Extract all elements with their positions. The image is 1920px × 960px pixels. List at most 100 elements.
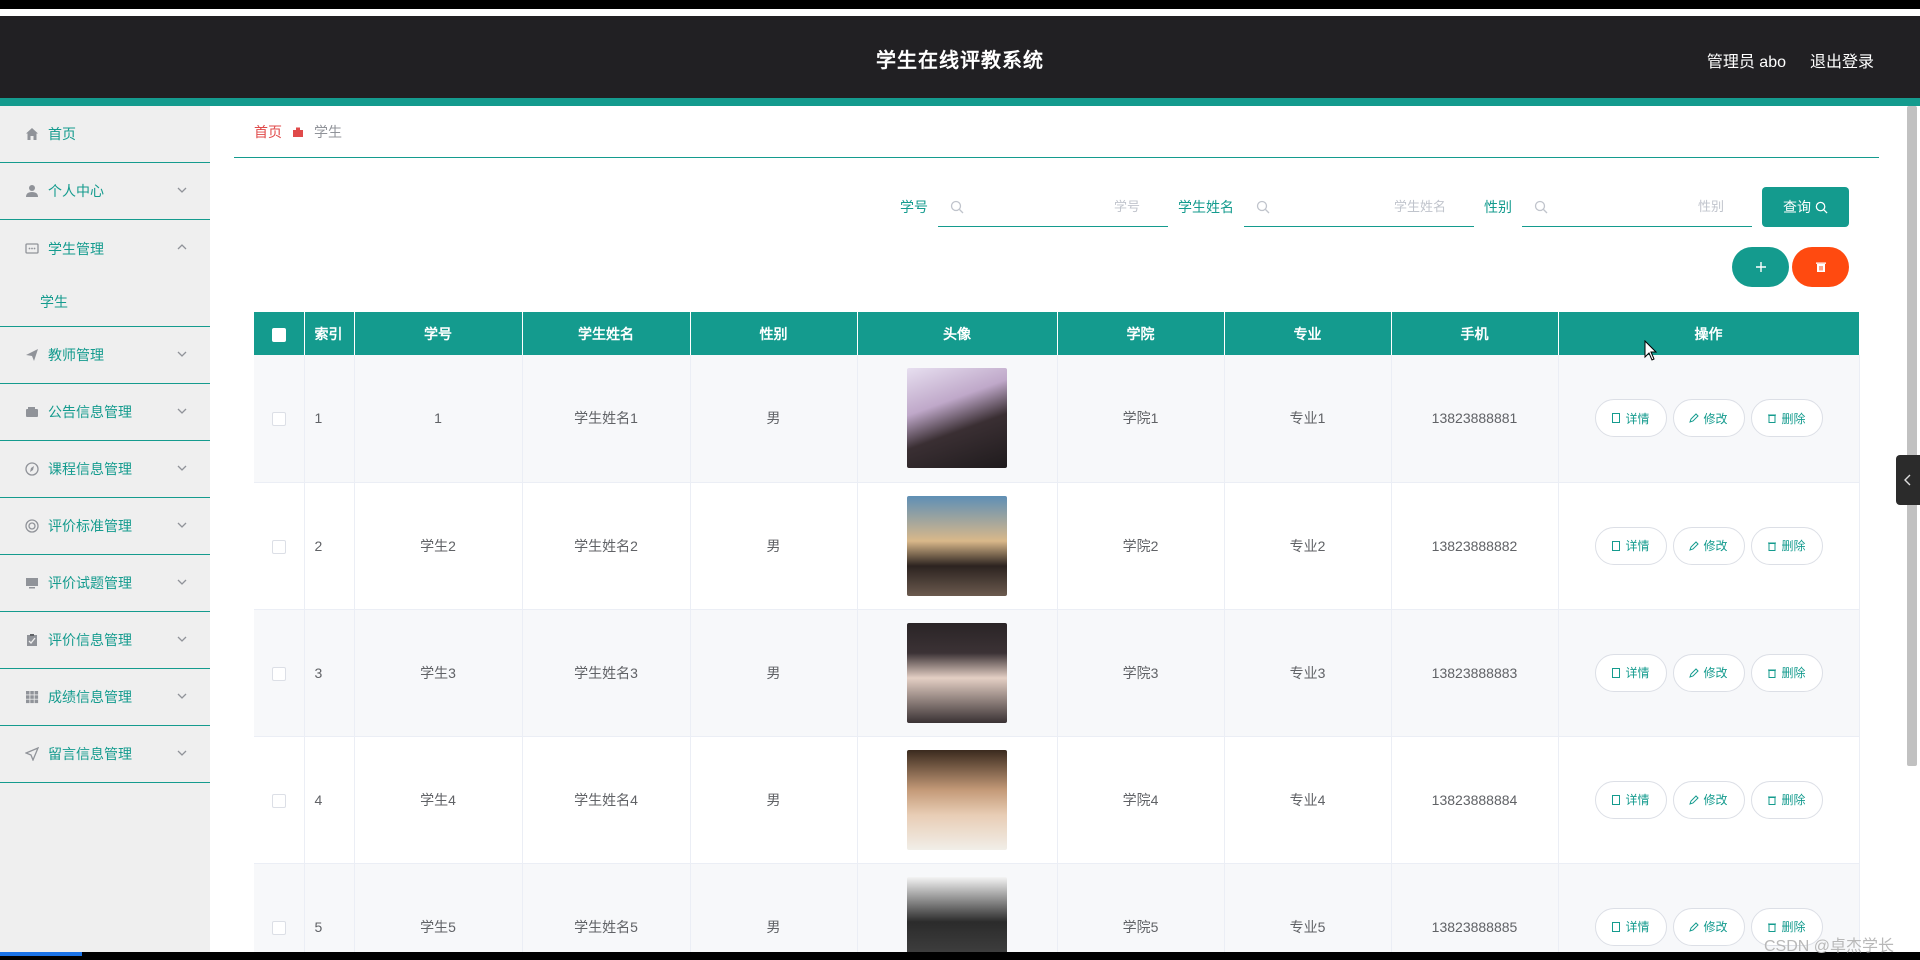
row-checkbox[interactable] [271, 793, 286, 808]
sidebar-item-personal-center[interactable]: 个人中心 [0, 163, 210, 220]
sidebar-item-label: 个人中心 [48, 183, 104, 199]
search-input-gender[interactable] [1522, 187, 1752, 226]
row-checkbox[interactable] [271, 666, 286, 681]
row-checkbox[interactable] [271, 539, 286, 554]
search-field-name [1244, 187, 1474, 227]
detail-label: 详情 [1625, 920, 1650, 934]
search-input-sno[interactable] [938, 187, 1168, 226]
sidebar-item-student-management[interactable]: 学生管理 [0, 220, 210, 277]
grid-icon [24, 689, 40, 705]
search-icon [1815, 201, 1828, 214]
trash-icon [1768, 923, 1777, 932]
search-field-sno [938, 187, 1168, 227]
query-button[interactable]: 查询 [1762, 187, 1849, 227]
sidebar-item-notice-management[interactable]: 公告信息管理 [0, 384, 210, 441]
sidebar-item-evaluation-info-management[interactable]: 评价信息管理 [0, 612, 210, 669]
cell-phone: 13823888881 [1391, 355, 1559, 483]
chat-icon [24, 241, 40, 257]
edit-label: 修改 [1703, 793, 1728, 807]
edit-button[interactable]: 修改 [1672, 399, 1745, 438]
sidebar-item-label: 评价试题管理 [48, 575, 132, 591]
sidebar-item-evaluation-standard-management[interactable]: 评价标准管理 [0, 498, 210, 555]
delete-button[interactable]: 删除 [1750, 780, 1823, 819]
sidebar-item-home[interactable]: 首页 [0, 106, 210, 163]
document-icon [1612, 413, 1621, 424]
row-checkbox[interactable] [271, 412, 286, 427]
document-icon [1612, 667, 1621, 678]
detail-label: 详情 [1625, 539, 1650, 553]
cell-college: 学院1 [1057, 355, 1225, 483]
sidebar-item-course-management[interactable]: 课程信息管理 [0, 441, 210, 498]
mouse-cursor-icon [1644, 340, 1658, 361]
detail-button[interactable]: 详情 [1594, 526, 1667, 565]
batch-delete-button[interactable] [1792, 247, 1849, 287]
select-all-checkbox[interactable] [271, 327, 286, 342]
app-title: 学生在线评教系统 [876, 50, 1044, 72]
row-select-cell [254, 482, 305, 610]
sidebar-item-evaluation-question-management[interactable]: 评价试题管理 [0, 555, 210, 612]
sidebar-item-teacher-management[interactable]: 教师管理 [0, 327, 210, 384]
cell-actions: 详情 修改 删除 [1558, 482, 1860, 610]
edit-icon [1689, 540, 1700, 551]
document-icon [1612, 921, 1621, 932]
sidebar-item-label: 评价标准管理 [48, 518, 132, 534]
detail-button[interactable]: 详情 [1594, 780, 1667, 819]
cell-avatar [857, 482, 1058, 610]
search-input-name[interactable] [1244, 187, 1474, 226]
side-panel-toggle[interactable] [1896, 455, 1920, 505]
edit-button[interactable]: 修改 [1672, 907, 1745, 946]
delete-label: 删除 [1781, 666, 1806, 680]
add-button[interactable] [1732, 247, 1789, 287]
breadcrumb: 首页 学生 [234, 106, 1879, 158]
chevron-down-icon [177, 750, 187, 756]
cell-avatar [857, 736, 1058, 864]
trash-icon [1768, 414, 1777, 424]
main-content: 首页 学生 学号 学生姓名 性别 查询 [234, 106, 1879, 960]
sidebar-item-label: 学生管理 [48, 240, 104, 257]
breadcrumb-current: 学生 [314, 123, 342, 140]
cell-phone: 13823888884 [1391, 736, 1559, 864]
edit-button[interactable]: 修改 [1672, 653, 1745, 692]
cell-index: 5 [304, 863, 355, 960]
home-icon [24, 126, 40, 142]
detail-button[interactable]: 详情 [1594, 399, 1667, 438]
edit-icon [1689, 794, 1700, 805]
row-checkbox[interactable] [271, 920, 286, 935]
cell-major: 专业3 [1224, 609, 1392, 737]
search-label-name: 学生姓名 [1178, 199, 1234, 215]
chevron-down-icon [177, 693, 187, 699]
detail-button[interactable]: 详情 [1594, 907, 1667, 946]
column-header-avatar: 头像 [857, 312, 1058, 355]
cell-actions: 详情 修改 删除 [1558, 609, 1860, 737]
edit-button[interactable]: 修改 [1672, 780, 1745, 819]
chevron-down-icon [177, 579, 187, 585]
compass-icon [24, 461, 40, 477]
cell-college: 学院5 [1057, 863, 1225, 960]
breadcrumb-separator-icon [292, 126, 304, 138]
column-header-college: 学院 [1057, 312, 1225, 355]
sidebar-item-message-management[interactable]: 留言信息管理 [0, 726, 210, 783]
detail-button[interactable]: 详情 [1594, 653, 1667, 692]
edit-button[interactable]: 修改 [1672, 526, 1745, 565]
delete-label: 删除 [1781, 411, 1806, 426]
delete-button[interactable]: 删除 [1750, 653, 1823, 692]
sidebar-item-score-management[interactable]: 成绩信息管理 [0, 669, 210, 726]
cell-sno: 1 [354, 355, 523, 483]
delete-label: 删除 [1781, 793, 1806, 807]
edit-label: 修改 [1703, 666, 1728, 680]
target-icon [24, 518, 40, 534]
query-button-label: 查询 [1783, 199, 1811, 215]
cell-phone: 13823888885 [1391, 863, 1559, 960]
delete-button[interactable]: 删除 [1750, 526, 1823, 565]
avatar [907, 495, 1007, 596]
column-header-sno: 学号 [354, 312, 523, 355]
cell-name: 学生姓名1 [522, 355, 691, 483]
sidebar-subitem-student[interactable]: 学生 [0, 277, 210, 327]
cell-college: 学院4 [1057, 736, 1225, 864]
breadcrumb-home[interactable]: 首页 [254, 122, 282, 142]
page-scrollbar-thumb[interactable] [1907, 106, 1917, 766]
chevron-down-icon [177, 187, 187, 193]
logout-button[interactable]: 退出登录 [1810, 48, 1874, 72]
delete-button[interactable]: 删除 [1750, 399, 1823, 438]
cell-sno: 学生3 [354, 609, 523, 737]
